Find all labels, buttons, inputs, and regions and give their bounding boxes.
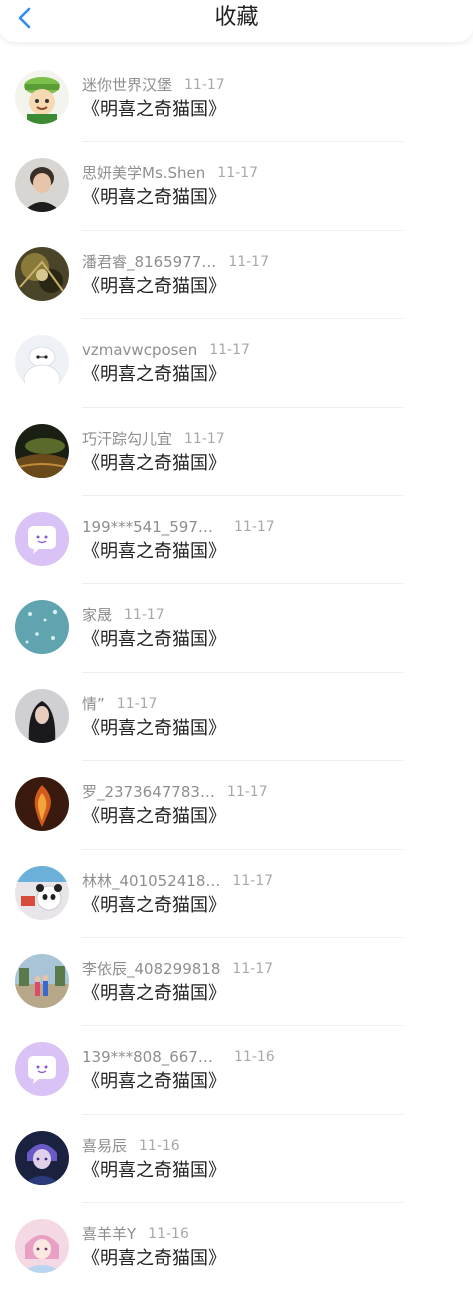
user-name[interactable]: 李依辰_408299818 <box>82 960 220 978</box>
book-title[interactable]: 《明喜之奇猫国》 <box>82 1070 226 1094</box>
user-name[interactable]: 喜羊羊Y <box>82 1225 136 1243</box>
favorite-date: 11-17 <box>234 518 275 535</box>
list-item[interactable]: 情” 11-17 《明喜之奇猫国》 <box>0 673 473 762</box>
book-title[interactable]: 《明喜之奇猫国》 <box>82 452 226 476</box>
favorite-date: 11-17 <box>226 784 268 801</box>
avatar[interactable] <box>15 511 69 566</box>
user-name[interactable]: 潘君睿_8165977… <box>82 253 216 271</box>
list-item[interactable]: 潘君睿_8165977… 11-17 《明喜之奇猫国》 <box>0 231 473 320</box>
book-title[interactable]: 《明喜之奇猫国》 <box>82 717 226 741</box>
list-item[interactable]: 罗_2373647783… 11-17 《明喜之奇猫国》 <box>0 761 473 850</box>
user-name[interactable]: 迷你世界汉堡 <box>82 76 172 94</box>
list-item[interactable]: 李依辰_408299818 11-17 《明喜之奇猫国》 <box>0 938 473 1027</box>
avatar[interactable] <box>15 246 69 301</box>
favorite-date: 11-17 <box>217 165 258 182</box>
cartoon-burger-avatar-icon <box>15 70 69 124</box>
white-robot-avatar-icon <box>15 335 69 390</box>
favorite-date: 11-17 <box>184 430 225 447</box>
kids-outdoor-avatar-icon <box>15 953 69 1008</box>
book-title[interactable]: 《明喜之奇猫国》 <box>82 186 226 210</box>
favorite-date: 11-17 <box>124 607 165 624</box>
book-title[interactable]: 《明喜之奇猫国》 <box>82 805 226 829</box>
girl-hair-avatar-icon <box>15 688 69 743</box>
dark-artwork-avatar-icon <box>15 246 69 301</box>
favorite-date: 11-17 <box>228 253 269 270</box>
list-item[interactable]: 家晟 11-17 《明喜之奇猫国》 <box>0 584 473 673</box>
panda-avatar-icon <box>15 865 69 920</box>
user-name[interactable]: 思妍美学Ms.Shen <box>82 164 205 182</box>
avatar[interactable] <box>15 600 69 655</box>
favorite-date: 11-17 <box>209 342 250 359</box>
user-name[interactable]: 巧汗踪勾儿宜 <box>82 430 172 448</box>
anime-character-avatar-icon <box>15 1130 69 1185</box>
favorite-date: 11-16 <box>139 1137 180 1154</box>
list-item[interactable]: 林林_401052418… 11-17 《明喜之奇猫国》 <box>0 850 473 938</box>
book-title[interactable]: 《明喜之奇猫国》 <box>82 982 226 1006</box>
water-drops-avatar-icon <box>15 600 69 655</box>
list-item[interactable]: 139***808_6676… 11-16 《明喜之奇猫国》 <box>0 1026 473 1115</box>
user-name[interactable]: 家晟 <box>82 606 112 624</box>
avatar[interactable] <box>15 70 69 124</box>
list-item[interactable]: 喜易辰 11-16 《明喜之奇猫国》 <box>0 1115 473 1204</box>
user-name[interactable]: 情” <box>82 695 105 713</box>
user-name[interactable]: 罗_2373647783… <box>82 783 215 801</box>
list-item[interactable]: vzmavwcposen 11-17 《明喜之奇猫国》 <box>0 319 473 408</box>
default-chat-avatar-icon <box>15 1042 69 1097</box>
default-chat-avatar-icon <box>15 511 69 566</box>
list-item[interactable]: 迷你世界汉堡 11-17 《明喜之奇猫国》 <box>0 54 473 143</box>
favorite-date: 11-17 <box>232 960 274 977</box>
header-bar: 收藏 <box>0 0 473 42</box>
avatar[interactable] <box>15 158 69 213</box>
favorite-date: 11-17 <box>232 872 274 889</box>
user-name[interactable]: 林林_401052418… <box>82 872 220 890</box>
favorite-date: 11-17 <box>184 77 225 93</box>
list-item[interactable]: 喜羊羊Y 11-16 《明喜之奇猫国》 <box>0 1203 473 1291</box>
avatar[interactable] <box>15 335 69 390</box>
avatar[interactable] <box>15 1130 69 1185</box>
book-title[interactable]: 《明喜之奇猫国》 <box>82 1247 226 1271</box>
person-photo-avatar-icon <box>15 158 69 213</box>
user-name[interactable]: 喜易辰 <box>82 1137 127 1155</box>
favorite-date: 11-16 <box>234 1049 275 1066</box>
book-title[interactable]: 《明喜之奇猫国》 <box>82 275 226 299</box>
book-title[interactable]: 《明喜之奇猫国》 <box>82 540 226 564</box>
user-name[interactable]: 199***541_5971… <box>82 518 222 536</box>
avatar[interactable] <box>15 777 69 832</box>
book-title[interactable]: 《明喜之奇猫国》 <box>82 98 226 122</box>
favorite-date: 11-17 <box>116 695 158 712</box>
list-item[interactable]: 巧汗踪勾儿宜 11-17 《明喜之奇猫国》 <box>0 408 473 496</box>
favorite-date: 11-16 <box>148 1226 189 1243</box>
page-title: 收藏 <box>214 5 259 30</box>
favorites-list: 迷你世界汉堡 11-17 《明喜之奇猫国》 思妍美学Ms.Shen 11-17 《明… <box>0 54 473 1291</box>
book-title[interactable]: 《明喜之奇猫国》 <box>82 628 226 652</box>
avatar[interactable] <box>15 865 69 920</box>
list-item[interactable]: 199***541_5971… 11-17 《明喜之奇猫国》 <box>0 496 473 585</box>
user-name[interactable]: 139***808_6676… <box>82 1048 222 1066</box>
book-title[interactable]: 《明喜之奇猫国》 <box>82 894 226 918</box>
avatar[interactable] <box>15 1219 69 1274</box>
book-title[interactable]: 《明喜之奇猫国》 <box>82 363 226 387</box>
avatar[interactable] <box>15 953 69 1008</box>
avatar[interactable] <box>15 688 69 743</box>
user-name[interactable]: vzmavwcposen <box>82 341 197 359</box>
landscape-avatar-icon <box>15 423 69 478</box>
avatar[interactable] <box>15 423 69 478</box>
avatar[interactable] <box>15 1042 69 1097</box>
list-item[interactable]: 思妍美学Ms.Shen 11-17 《明喜之奇猫国》 <box>0 142 473 231</box>
fire-figure-avatar-icon <box>15 777 69 832</box>
pink-anime-avatar-icon <box>15 1219 69 1274</box>
book-title[interactable]: 《明喜之奇猫国》 <box>82 1159 226 1183</box>
